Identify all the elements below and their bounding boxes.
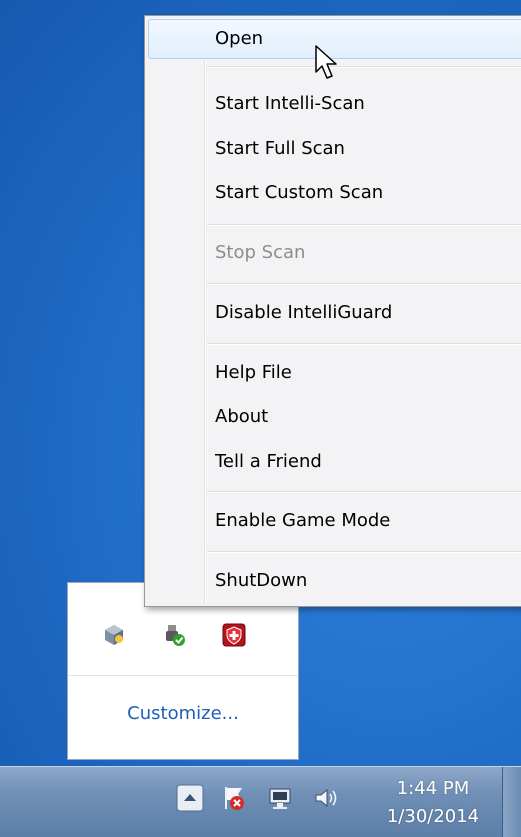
menu-separator <box>207 283 521 284</box>
menu-item-disable-intelliguard[interactable]: Disable IntelliGuard <box>148 293 521 333</box>
menu-item-label: ShutDown <box>215 570 308 591</box>
action-center-flag-icon[interactable] <box>220 784 248 812</box>
menu-item-start-custom-scan[interactable]: Start Custom Scan <box>148 173 521 213</box>
menu-item-label: Help File <box>215 362 292 383</box>
menu-separator <box>207 224 521 225</box>
menu-separator <box>207 66 521 67</box>
virtualbox-icon[interactable] <box>102 623 126 647</box>
show-hidden-icons-button[interactable] <box>176 784 204 812</box>
menu-item-label: Tell a Friend <box>215 451 322 472</box>
antivirus-shield-icon[interactable] <box>222 623 246 647</box>
menu-item-label: About <box>215 406 269 427</box>
menu-item-label: Start Intelli-Scan <box>215 93 365 114</box>
clock-date: 1/30/2014 <box>386 806 480 827</box>
customize-link[interactable]: Customize... <box>68 703 298 724</box>
safely-remove-hardware-icon[interactable] <box>162 623 186 647</box>
menu-item-tell-a-friend[interactable]: Tell a Friend <box>148 442 521 482</box>
flyout-divider <box>68 675 298 676</box>
menu-item-start-full-scan[interactable]: Start Full Scan <box>148 129 521 169</box>
menu-item-shutdown[interactable]: ShutDown <box>148 561 521 601</box>
menu-separator <box>207 551 521 552</box>
network-icon[interactable] <box>266 784 294 812</box>
clock-time: 1:44 PM <box>396 778 470 799</box>
menu-separator <box>207 343 521 344</box>
system-clock[interactable]: 1:44 PM 1/30/2014 <box>374 775 492 831</box>
menu-item-about[interactable]: About <box>148 397 521 437</box>
menu-item-label: Disable IntelliGuard <box>215 302 393 323</box>
menu-item-help-file[interactable]: Help File <box>148 353 521 393</box>
tray-context-menu: Open Start Intelli-Scan Start Full Scan … <box>144 15 521 607</box>
menu-item-label: Enable Game Mode <box>215 510 391 531</box>
show-desktop-button[interactable] <box>502 767 521 837</box>
tray-icons-row <box>68 611 298 661</box>
menu-item-label: Open <box>215 28 264 49</box>
tray-overflow-flyout: Customize... <box>67 582 299 760</box>
menu-item-label: Start Custom Scan <box>215 182 384 203</box>
menu-separator <box>207 491 521 492</box>
volume-icon[interactable] <box>312 784 340 812</box>
menu-item-start-intelli-scan[interactable]: Start Intelli-Scan <box>148 84 521 124</box>
mouse-cursor-icon <box>315 45 337 79</box>
menu-item-label: Start Full Scan <box>215 138 345 159</box>
menu-item-label: Stop Scan <box>215 242 306 263</box>
menu-item-stop-scan: Stop Scan <box>148 233 521 273</box>
menu-item-enable-game-mode[interactable]: Enable Game Mode <box>148 501 521 541</box>
taskbar: 1:44 PM 1/30/2014 <box>0 766 521 837</box>
